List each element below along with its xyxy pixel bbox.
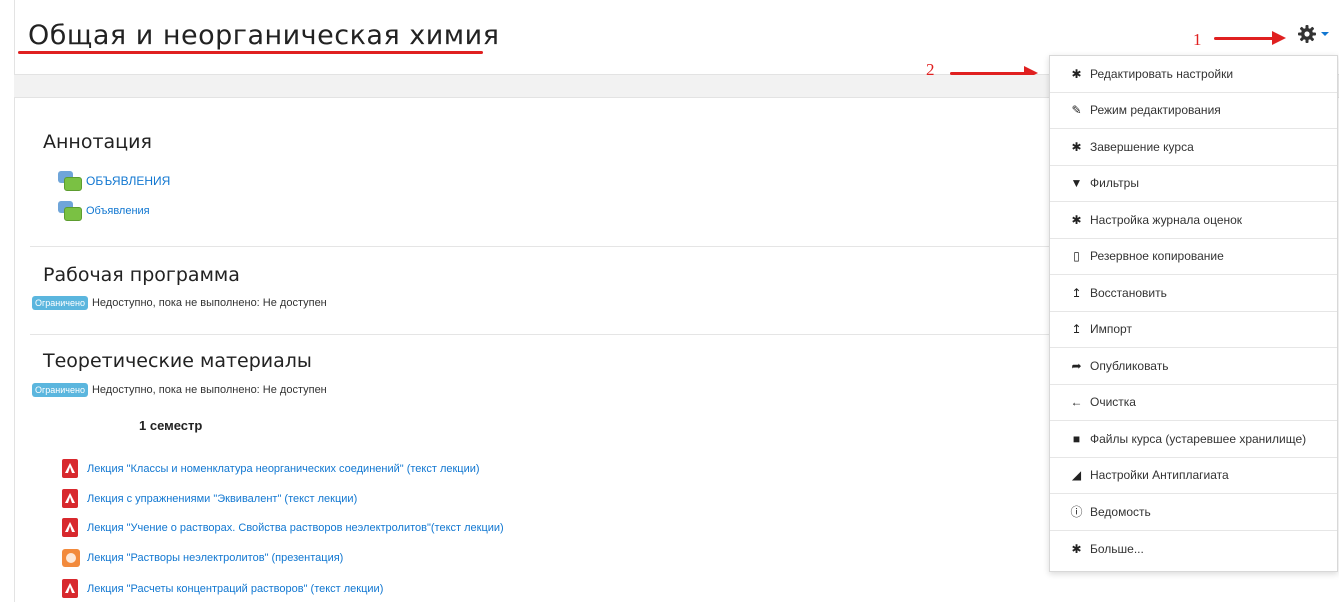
activity-resource[interactable]: Лекция "Учение о растворах. Свойства рас…	[62, 518, 504, 537]
section-title: Теоретические материалы	[43, 350, 312, 372]
menu-item-label: Настройки Антиплагиата	[1090, 468, 1229, 483]
activity-label[interactable]: ОБЪЯВЛЕНИЯ	[86, 174, 170, 188]
activity-label[interactable]: Объявления	[86, 205, 150, 217]
activity-resource[interactable]: Лекция с упражнениями "Эквивалент" (текс…	[62, 489, 357, 508]
menu-item-course-completion[interactable]: ✱ Завершение курса	[1050, 129, 1337, 166]
forum-icon	[58, 171, 82, 191]
menu-item-label: Файлы курса (устаревшее хранилище)	[1090, 431, 1307, 446]
gear-icon	[1298, 25, 1316, 43]
activity-label[interactable]: Лекция "Расчеты концентраций растворов" …	[87, 583, 383, 595]
menu-item-label: Ведомость	[1090, 504, 1151, 519]
pdf-icon	[62, 489, 78, 508]
restriction-text: Недоступно, пока не выполнено: Не доступ…	[91, 384, 327, 396]
menu-item-edit-settings[interactable]: ✱ Редактировать настройки	[1050, 56, 1337, 93]
info-icon: ⓘ	[1070, 505, 1083, 520]
activity-forum[interactable]: Объявления	[58, 201, 150, 221]
section-divider	[30, 246, 1050, 247]
upload-icon: ↥	[1071, 322, 1082, 337]
restriction-info: Ограничено Недоступно, пока не выполнено…	[32, 296, 327, 310]
section-divider	[30, 334, 1050, 335]
caret-down-icon	[1321, 32, 1329, 36]
menu-item-label: Опубликовать	[1090, 358, 1169, 373]
menu-item-label: Резервное копирование	[1090, 249, 1224, 264]
presentation-icon	[62, 549, 80, 567]
restricted-badge: Ограничено	[32, 383, 88, 397]
course-actions-menu: ✱ Редактировать настройки ✎ Режим редакт…	[1049, 55, 1338, 572]
gear-icon: ✱	[1071, 541, 1082, 556]
pdf-icon	[62, 459, 78, 478]
menu-item-import[interactable]: ↥ Импорт	[1050, 312, 1337, 348]
restriction-info: Ограничено Недоступно, пока не выполнено…	[32, 383, 327, 397]
course-title: Общая и неорганическая химия	[28, 20, 500, 51]
gear-icon: ✱	[1071, 212, 1082, 227]
activity-resource[interactable]: Лекция "Растворы неэлектролитов" (презен…	[62, 549, 343, 567]
upload-icon: ↥	[1071, 285, 1082, 300]
annotation-marker-1: 1	[1193, 30, 1202, 49]
file-archive-icon: ▯	[1073, 249, 1080, 264]
menu-item-publish[interactable]: ➦ Опубликовать	[1050, 348, 1337, 385]
menu-item-filters[interactable]: ▼ Фильтры	[1050, 166, 1337, 202]
menu-item-label: Режим редактирования	[1090, 103, 1221, 118]
menu-item-legacy-files[interactable]: ■ Файлы курса (устаревшее хранилище)	[1050, 421, 1337, 458]
menu-item-label: Завершение курса	[1090, 139, 1194, 154]
activity-resource[interactable]: Лекция "Классы и номенклатура неорганиче…	[62, 459, 480, 478]
activity-label[interactable]: Лекция "Классы и номенклатура неорганиче…	[87, 463, 480, 475]
section-title: Рабочая программа	[43, 264, 240, 286]
menu-item-label: Очистка	[1090, 395, 1136, 410]
gear-icon: ✱	[1071, 139, 1082, 154]
semester-heading: 1 семестр	[139, 418, 203, 433]
menu-item-antiplagiat-settings[interactable]: ◢ Настройки Антиплагиата	[1050, 458, 1337, 494]
forum-icon	[58, 201, 82, 221]
folder-icon: ■	[1072, 431, 1081, 446]
filter-icon: ▼	[1070, 176, 1083, 191]
area-chart-icon: ◢	[1071, 468, 1082, 483]
restriction-text: Недоступно, пока не выполнено: Не доступ…	[91, 297, 327, 309]
menu-item-label: Восстановить	[1090, 285, 1167, 300]
annotation-arrow-1	[1214, 31, 1286, 45]
gear-icon: ✱	[1071, 66, 1082, 81]
menu-item-label: Больше...	[1090, 541, 1144, 556]
pdf-icon	[62, 518, 78, 537]
pencil-icon: ✎	[1071, 103, 1082, 118]
menu-item-gradebook-setup[interactable]: ✱ Настройка журнала оценок	[1050, 202, 1337, 239]
activity-forum[interactable]: ОБЪЯВЛЕНИЯ	[58, 171, 170, 191]
section-title: Аннотация	[43, 131, 152, 153]
menu-item-label: Настройка журнала оценок	[1090, 212, 1243, 227]
menu-item-label: Импорт	[1090, 322, 1132, 337]
menu-item-more[interactable]: ✱ Больше...	[1050, 531, 1337, 568]
arrow-left-icon: ←	[1070, 395, 1083, 410]
menu-item-restore[interactable]: ↥ Восстановить	[1050, 275, 1337, 312]
activity-label[interactable]: Лекция с упражнениями "Эквивалент" (текс…	[87, 493, 357, 505]
pdf-icon	[62, 579, 78, 598]
restricted-badge: Ограничено	[32, 296, 88, 310]
menu-item-label: Фильтры	[1090, 176, 1139, 191]
activity-label[interactable]: Лекция "Растворы неэлектролитов" (презен…	[87, 552, 343, 564]
menu-item-report[interactable]: ⓘ Ведомость	[1050, 494, 1337, 531]
menu-item-label: Редактировать настройки	[1090, 66, 1234, 81]
course-actions-button[interactable]	[1297, 24, 1329, 44]
activity-label[interactable]: Лекция "Учение о растворах. Свойства рас…	[87, 522, 504, 534]
annotation-underline	[18, 51, 483, 54]
menu-item-backup[interactable]: ▯ Резервное копирование	[1050, 239, 1337, 275]
activity-resource[interactable]: Лекция "Расчеты концентраций растворов" …	[62, 579, 383, 598]
menu-item-reset[interactable]: ← Очистка	[1050, 385, 1337, 421]
share-icon: ➦	[1071, 358, 1082, 373]
menu-item-edit-mode[interactable]: ✎ Режим редактирования	[1050, 93, 1337, 129]
